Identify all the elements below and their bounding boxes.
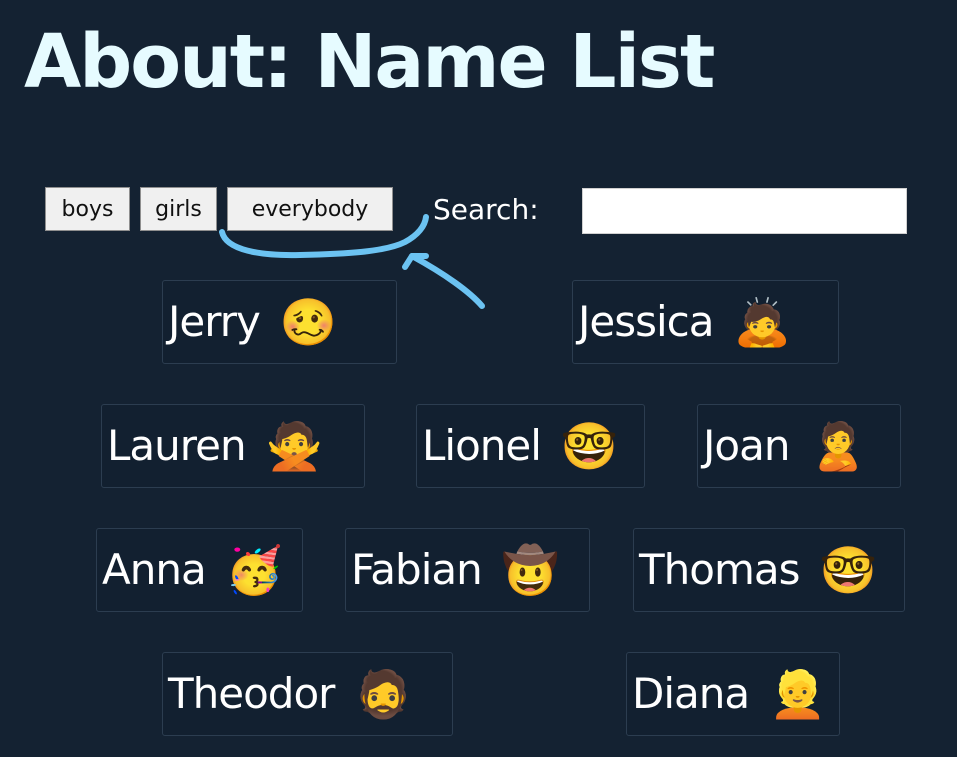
name-label: Jessica [578, 297, 714, 346]
name-label: Anna [102, 545, 207, 594]
name-label: Thomas [639, 545, 801, 594]
name-card-anna[interactable]: Anna 🥳 [96, 528, 303, 612]
name-card-diana[interactable]: Diana 👱 [626, 652, 840, 736]
name-label: Fabian [351, 545, 483, 594]
name-label: Diana [632, 669, 750, 718]
cowboy-face-icon: 🤠 [501, 543, 560, 597]
name-card-lauren[interactable]: Lauren 🙅 [101, 404, 365, 488]
nerd-face-icon: 🤓 [819, 543, 877, 597]
partying-face-icon: 🥳 [225, 543, 283, 597]
woozy-face-icon: 🥴 [279, 295, 338, 349]
person-bowing-icon: 🙇 [733, 295, 791, 349]
blond-person-icon: 👱 [769, 667, 827, 721]
search-label: Search: [433, 193, 539, 226]
search-input[interactable] [582, 188, 907, 234]
person-pouting-icon: 🙎 [809, 419, 867, 473]
girls-filter-button[interactable]: girls [140, 187, 217, 231]
nerd-face-icon: 🤓 [560, 419, 619, 473]
name-label: Jerry [168, 297, 261, 346]
name-label: Lauren [107, 421, 247, 470]
name-card-thomas[interactable]: Thomas 🤓 [633, 528, 905, 612]
name-card-theodor[interactable]: Theodor 🧔 [162, 652, 453, 736]
name-card-lionel[interactable]: Lionel 🤓 [416, 404, 645, 488]
name-card-jerry[interactable]: Jerry 🥴 [162, 280, 397, 364]
name-card-fabian[interactable]: Fabian 🤠 [345, 528, 590, 612]
bearded-person-icon: 🧔 [354, 667, 412, 721]
name-label: Theodor [168, 669, 335, 718]
boys-filter-button[interactable]: boys [45, 187, 130, 231]
everybody-filter-button[interactable]: everybody [227, 187, 393, 231]
person-gesturing-no-icon: 🙅 [265, 419, 323, 473]
annotation-arrow-icon [219, 214, 485, 309]
name-label: Lionel [422, 421, 542, 470]
page-title: About: Name List [24, 19, 715, 105]
name-card-jessica[interactable]: Jessica 🙇 [572, 280, 839, 364]
name-card-joan[interactable]: Joan 🙎 [697, 404, 901, 488]
name-label: Joan [703, 421, 790, 470]
